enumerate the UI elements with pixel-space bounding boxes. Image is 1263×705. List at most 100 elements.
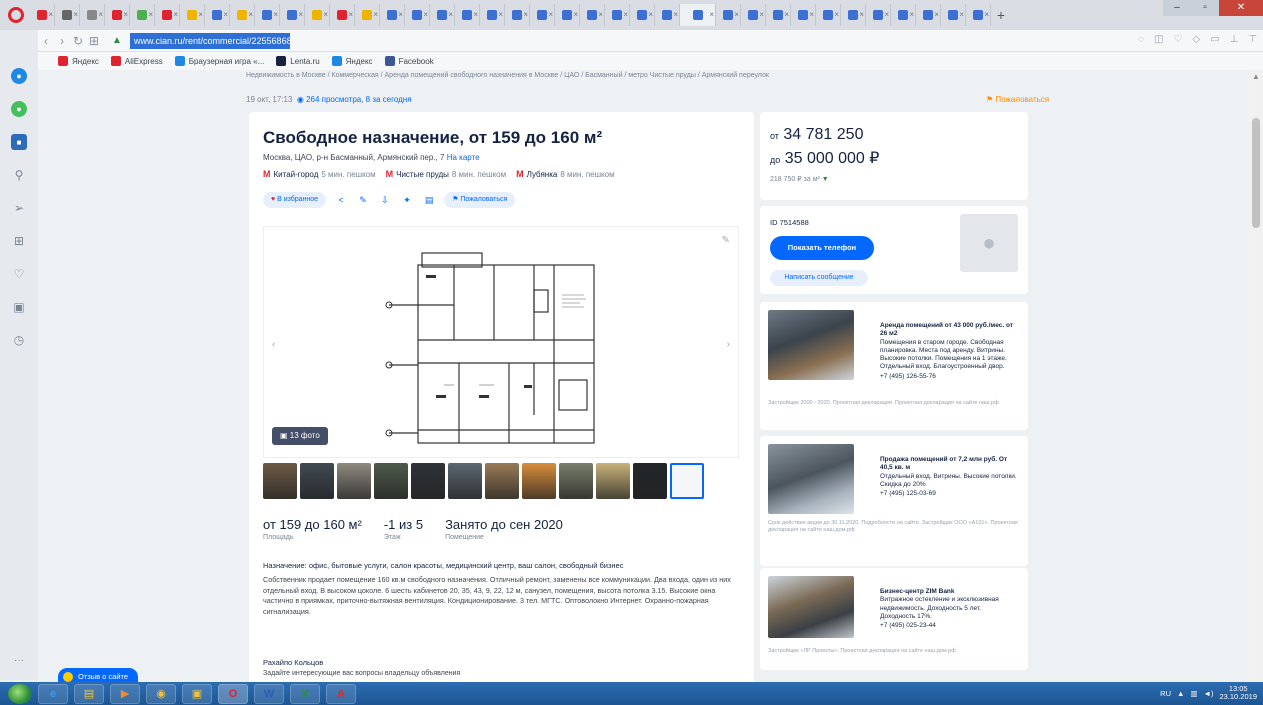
- browser-tab[interactable]: ×: [355, 4, 380, 26]
- close-tab-icon[interactable]: ×: [373, 10, 378, 19]
- breadcrumb[interactable]: Недвижимость в Москве / Коммерческая / А…: [246, 72, 769, 79]
- close-tab-icon[interactable]: ×: [959, 10, 964, 19]
- close-tab-icon[interactable]: ×: [884, 10, 889, 19]
- browser-tab[interactable]: ×: [30, 4, 55, 26]
- close-tab-icon[interactable]: ×: [473, 10, 478, 19]
- photo-thumbnail[interactable]: [448, 463, 482, 499]
- close-tab-icon[interactable]: ×: [759, 10, 764, 19]
- photo-thumbnail[interactable]: [337, 463, 371, 499]
- ad-card[interactable]: Продажа помещений от 7,2 млн руб. От 40,…: [760, 436, 1028, 566]
- photo-gallery[interactable]: ✎ ‹ › ▣ 13 фото: [263, 226, 739, 458]
- speed-dial-icon[interactable]: ⊞: [11, 233, 27, 249]
- close-tab-icon[interactable]: ×: [298, 10, 303, 19]
- browser-tab[interactable]: ×: [555, 4, 580, 26]
- start-button[interactable]: [8, 683, 32, 704]
- scrollbar-thumb[interactable]: [1252, 118, 1260, 228]
- photo-thumbnail[interactable]: [596, 463, 630, 499]
- browser-tab[interactable]: ×: [530, 4, 555, 26]
- browser-tab[interactable]: ×: [791, 4, 816, 26]
- show-phone-button[interactable]: Показать телефон: [770, 236, 874, 260]
- close-tab-icon[interactable]: ×: [598, 10, 603, 19]
- taskbar-app-icon[interactable]: X: [290, 683, 320, 704]
- account-icon[interactable]: ⊥: [1230, 34, 1239, 45]
- complain-button[interactable]: ⚑ Пожаловаться: [444, 192, 516, 208]
- bookmark-item[interactable]: Браузерная игра «...: [174, 56, 264, 66]
- photo-thumbnail[interactable]: [263, 463, 297, 499]
- close-tab-icon[interactable]: ×: [223, 10, 228, 19]
- taskbar-app-icon[interactable]: e: [38, 683, 68, 704]
- whatsapp-icon[interactable]: ●: [11, 101, 27, 117]
- close-tab-icon[interactable]: ×: [734, 10, 739, 19]
- prev-photo-icon[interactable]: ‹: [272, 339, 275, 350]
- browser-tab[interactable]: ×: [580, 4, 605, 26]
- close-tab-icon[interactable]: ×: [784, 10, 789, 19]
- bookmark-item[interactable]: AliExpress: [110, 56, 163, 66]
- photo-thumbnail[interactable]: [485, 463, 519, 499]
- edit-photo-icon[interactable]: ✎: [722, 235, 730, 246]
- bookmark-item[interactable]: Facebook: [384, 56, 434, 66]
- vpn-icon[interactable]: ◌: [1138, 34, 1144, 45]
- url-input[interactable]: www.cian.ru/rent/commercial/225568688/: [130, 32, 290, 49]
- browser-tab[interactable]: ×: [280, 4, 305, 26]
- pin-icon[interactable]: ⊤: [1248, 34, 1257, 45]
- bookmark-item[interactable]: Lenta.ru: [276, 56, 320, 66]
- close-tab-icon[interactable]: ×: [623, 10, 628, 19]
- favorite-button[interactable]: ♥ В избранное: [263, 192, 327, 208]
- heart-icon[interactable]: ♡: [11, 266, 27, 282]
- browser-tab[interactable]: ×: [180, 4, 205, 26]
- address-text[interactable]: Москва, ЦАО, р-н Басманный, Армянский пе…: [263, 153, 444, 162]
- messenger-icon[interactable]: ●: [11, 68, 27, 84]
- close-tab-icon[interactable]: ×: [648, 10, 653, 19]
- browser-tab[interactable]: ×: [891, 4, 916, 26]
- photo-thumbnail[interactable]: [559, 463, 593, 499]
- browser-tab[interactable]: ×: [816, 4, 841, 26]
- metro-station[interactable]: M Китай-город 5 мин. пешком: [263, 169, 376, 179]
- photo-thumbnail[interactable]: [522, 463, 556, 499]
- close-tab-icon[interactable]: ×: [198, 10, 203, 19]
- forward-icon[interactable]: ›: [54, 34, 70, 48]
- more-icon[interactable]: ···: [14, 655, 24, 666]
- close-window-icon[interactable]: ✕: [1219, 0, 1263, 16]
- browser-tab[interactable]: ×: [716, 4, 741, 26]
- browser-tab[interactable]: ×: [205, 4, 230, 26]
- browser-tab[interactable]: ×: [866, 4, 891, 26]
- write-message-button[interactable]: Написать сообщение: [770, 270, 868, 286]
- browser-tab[interactable]: ×: [405, 4, 430, 26]
- metro-station[interactable]: M Лубянка 8 мин. пешком: [516, 169, 614, 179]
- taskbar-app-icon[interactable]: ▣: [182, 683, 212, 704]
- clock[interactable]: 13:05 23.10.2019: [1219, 685, 1257, 701]
- photo-count-badge[interactable]: ▣ 13 фото: [272, 427, 328, 445]
- reload-icon[interactable]: ↻: [70, 34, 86, 48]
- photo-thumbnail[interactable]: [411, 463, 445, 499]
- compare-icon[interactable]: ✦: [400, 195, 414, 206]
- browser-tab[interactable]: ×: [105, 4, 130, 26]
- back-icon[interactable]: ‹: [38, 34, 54, 48]
- close-tab-icon[interactable]: ×: [423, 10, 428, 19]
- taskbar-app-icon[interactable]: O: [218, 683, 248, 704]
- close-tab-icon[interactable]: ×: [148, 10, 153, 19]
- ad-card[interactable]: Бизнес-центр ZIM Bank Витражное остеклен…: [760, 568, 1028, 670]
- browser-tab[interactable]: ×: [155, 4, 180, 26]
- close-tab-icon[interactable]: ×: [498, 10, 503, 19]
- camera-icon[interactable]: ◫: [1154, 34, 1163, 45]
- taskbar-app-icon[interactable]: A: [326, 683, 356, 704]
- browser-tab[interactable]: ×: [655, 4, 680, 26]
- browser-tab[interactable]: ×: [305, 4, 330, 26]
- browser-tab[interactable]: ×: [841, 4, 866, 26]
- close-tab-icon[interactable]: ×: [98, 10, 103, 19]
- browser-tab[interactable]: ×: [430, 4, 455, 26]
- close-tab-icon[interactable]: ×: [323, 10, 328, 19]
- browser-tab[interactable]: ×: [130, 4, 155, 26]
- tray-arrow-icon[interactable]: ▲: [1177, 689, 1184, 698]
- bookmark-item[interactable]: Яндекс: [58, 56, 99, 66]
- close-tab-icon[interactable]: ×: [709, 10, 714, 19]
- taskbar-app-icon[interactable]: ◉: [146, 683, 176, 704]
- close-tab-icon[interactable]: ×: [398, 10, 403, 19]
- close-tab-icon[interactable]: ×: [809, 10, 814, 19]
- close-tab-icon[interactable]: ×: [348, 10, 353, 19]
- language-indicator[interactable]: RU: [1160, 689, 1171, 698]
- share-icon[interactable]: <: [334, 195, 348, 205]
- next-photo-icon[interactable]: ›: [727, 339, 730, 350]
- search-icon[interactable]: ⚲: [11, 167, 27, 183]
- browser-tab[interactable]: ×: [966, 4, 991, 26]
